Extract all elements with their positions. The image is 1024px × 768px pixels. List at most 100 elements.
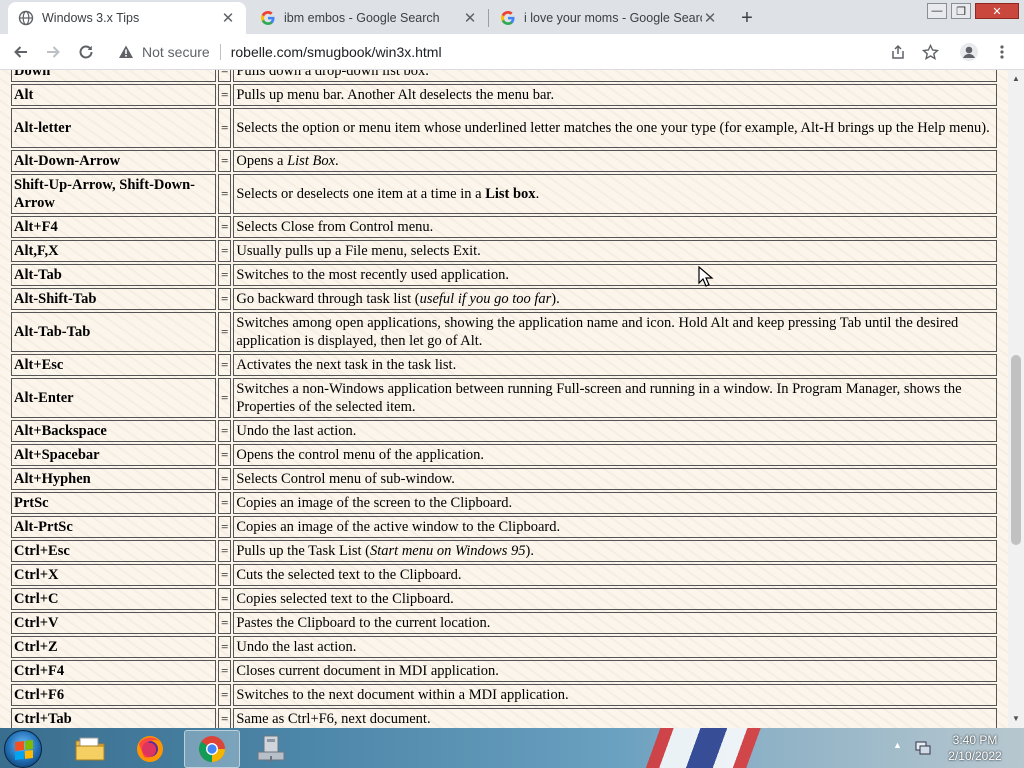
tray-expand-icon[interactable]: ▲	[893, 740, 902, 750]
taskbar-windows-explorer[interactable]	[62, 730, 118, 768]
table-row: Alt,F,X = Usually pulls up a File menu, se…	[11, 240, 998, 262]
back-arrow-icon	[14, 46, 27, 58]
shortcut-key: PrtSc	[11, 492, 216, 514]
equals-separator: =	[218, 174, 232, 214]
table-row: Ctrl+X = Cuts the selected text to the Cli…	[11, 564, 998, 586]
google-icon	[501, 11, 515, 25]
shortcut-key: Ctrl+Esc	[11, 540, 216, 562]
description-segment: ).	[551, 291, 560, 307]
reload-button[interactable]	[74, 40, 98, 64]
table-row: Alt+Hyphen = Selects Control menu of sub-w…	[11, 468, 998, 490]
shortcut-description: Undo the last action.	[233, 636, 998, 658]
table-row: Alt-Enter = Switches a non-Windows applica…	[11, 378, 998, 418]
shortcut-description: Pulls up menu bar. Another Alt deselects…	[233, 84, 998, 106]
tab-title: Windows 3.x Tips	[42, 11, 140, 25]
shortcut-key: Alt-Tab	[11, 264, 216, 286]
equals-separator: =	[218, 84, 232, 106]
close-tab-icon[interactable]: ✕	[220, 9, 236, 27]
equals-separator: =	[218, 216, 232, 238]
shortcut-description: Cuts the selected text to the Clipboard.	[233, 564, 998, 586]
table-row: Down = Pulls down a drop-down list box.	[11, 70, 998, 82]
security-status[interactable]: Not secure	[142, 44, 210, 60]
equals-separator: =	[218, 378, 232, 418]
scrollbar-thumb[interactable]	[1011, 355, 1021, 545]
forward-button[interactable]	[41, 40, 65, 64]
table-row: Ctrl+Esc = Pulls up the Task List (Start m…	[11, 540, 998, 562]
tab-strip: Windows 3.x Tips ✕ ibm embos - Google Se…	[0, 0, 1024, 34]
shortcut-key: Alt-Shift-Tab	[11, 288, 216, 310]
page-content: Down = Pulls down a drop-down list box. Alt…	[0, 70, 1008, 728]
description-segment: Pulls up menu bar. Another Alt deselects…	[236, 87, 555, 103]
shortcut-key: Alt-Tab-Tab	[11, 312, 216, 352]
clock-time: 3:40 PM	[952, 733, 998, 747]
description-segment: Start menu on Windows 95	[370, 543, 526, 559]
address-bar[interactable]: Not secure robelle.com/smugbook/win3x.ht…	[108, 37, 948, 67]
description-segment: Copies an image of the screen to the Cli…	[236, 495, 513, 511]
google-icon	[261, 11, 275, 25]
computer-icon	[257, 735, 285, 762]
close-tab-icon[interactable]: ✕	[702, 9, 718, 27]
shortcut-description: Pulls down a drop-down list box.	[233, 70, 998, 82]
scroll-up-arrow-icon[interactable]: ▲	[1008, 72, 1024, 86]
minimize-button[interactable]: —	[927, 3, 947, 19]
table-row: Shift-Up-Arrow, Shift-Down-Arrow = Selects…	[11, 174, 998, 214]
description-segment: Opens the control menu of the applicatio…	[236, 447, 484, 463]
wallpaper-art	[560, 728, 880, 768]
globe-icon	[18, 10, 34, 26]
shortcut-key: Alt-Enter	[11, 378, 216, 418]
taskbar: ▲ 3:40 PM 2/10/2022	[0, 728, 1024, 768]
url-text[interactable]: robelle.com/smugbook/win3x.html	[231, 44, 442, 60]
table-row: Alt-Tab-Tab = Switches among open applicat…	[11, 312, 998, 352]
share-icon[interactable]	[888, 42, 908, 62]
scroll-down-arrow-icon[interactable]: ▼	[1008, 712, 1024, 726]
shortcuts-table: Down = Pulls down a drop-down list box. Alt…	[9, 70, 999, 728]
menu-kebab-icon[interactable]	[992, 42, 1012, 62]
description-segment: .	[535, 186, 540, 202]
tab-google-search[interactable]: i love your moms - Google Search ✕	[490, 2, 728, 34]
description-segment: Switches a non-Windows application betwe…	[236, 381, 962, 415]
shortcut-description: Opens the control menu of the applicatio…	[233, 444, 998, 466]
mouse-cursor-icon	[698, 266, 714, 287]
shortcut-description: Switches among open applications, showin…	[233, 312, 998, 352]
start-button[interactable]	[4, 730, 42, 768]
shortcut-key: Alt-letter	[11, 108, 216, 148]
tab-title: ibm embos - Google Search	[284, 11, 440, 25]
equals-separator: =	[218, 288, 232, 310]
back-button[interactable]	[9, 40, 33, 64]
shortcut-description: Copies selected text to the Clipboard.	[233, 588, 998, 610]
equals-separator: =	[218, 70, 232, 82]
new-tab-button[interactable]: +	[734, 5, 760, 31]
vertical-scrollbar[interactable]: ▲ ▼	[1008, 70, 1024, 728]
tab-ibm-embos[interactable]: ibm embos - Google Search ✕	[250, 2, 488, 34]
maximize-button[interactable]: ❐	[951, 3, 971, 19]
table-row: Alt-Tab = Switches to the most recently us…	[11, 264, 998, 286]
system-clock[interactable]: 3:40 PM 2/10/2022	[938, 732, 1012, 764]
shortcut-description: Pulls up the Task List (Start menu on Wi…	[233, 540, 998, 562]
close-window-button[interactable]: ✕	[975, 3, 1019, 19]
taskbar-chrome[interactable]	[184, 730, 240, 768]
description-segment: Selects or deselects one item at a time …	[236, 186, 486, 202]
table-row: Alt+Backspace = Undo the last action.	[11, 420, 998, 442]
network-status-icon[interactable]	[914, 739, 932, 757]
shortcut-description: Usually pulls up a File menu, selects Ex…	[233, 240, 998, 262]
shortcut-key: Ctrl+V	[11, 612, 216, 634]
shortcut-key: Alt+Backspace	[11, 420, 216, 442]
equals-separator: =	[218, 684, 232, 706]
equals-separator: =	[218, 588, 232, 610]
taskbar-firefox[interactable]	[122, 730, 178, 768]
shortcut-key: Alt+F4	[11, 216, 216, 238]
shortcut-key: Alt	[11, 84, 216, 106]
profile-avatar-icon[interactable]	[959, 42, 979, 62]
shortcut-description: Copies an image of the screen to the Cli…	[233, 492, 998, 514]
taskbar-network-computer[interactable]	[244, 730, 300, 768]
description-segment: Switches to the most recently used appli…	[236, 267, 509, 283]
table-row: Ctrl+F4 = Closes current document in MDI a…	[11, 660, 998, 682]
shortcut-description: Selects Close from Control menu.	[233, 216, 998, 238]
shortcut-key: Alt+Esc	[11, 354, 216, 376]
description-segment: Switches to the next document within a M…	[236, 687, 569, 703]
equals-separator: =	[218, 708, 232, 728]
description-segment: Pastes the Clipboard to the current loca…	[236, 615, 491, 631]
tab-windows-tips[interactable]: Windows 3.x Tips ✕	[8, 2, 246, 34]
close-tab-icon[interactable]: ✕	[462, 9, 478, 27]
bookmark-star-icon[interactable]	[920, 42, 940, 62]
